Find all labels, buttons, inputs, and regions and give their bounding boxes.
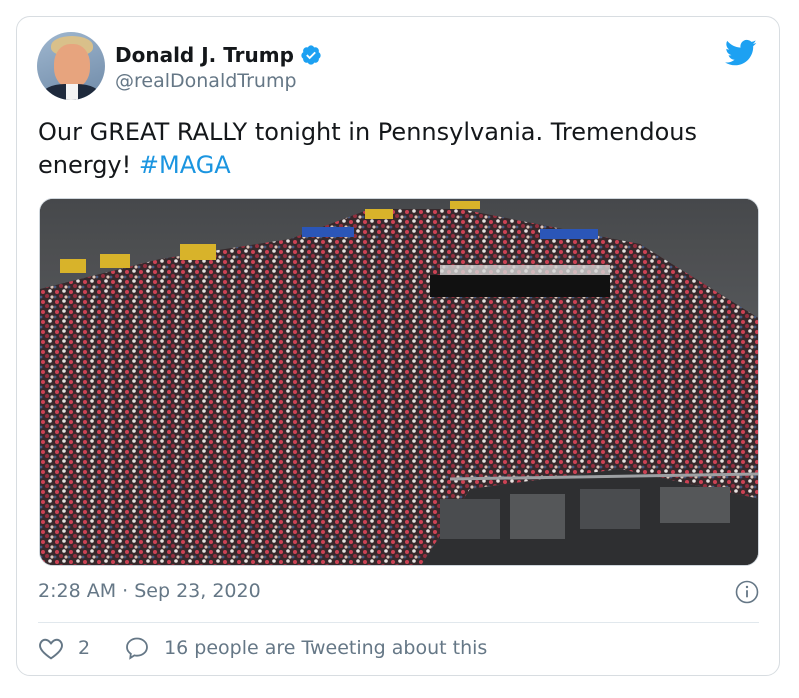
info-icon[interactable] [735, 580, 759, 604]
author-name-row: Donald J. Trump [115, 43, 322, 67]
tweet-body: Our GREAT RALLY tonight in Pennsylvania.… [38, 118, 697, 179]
hashtag-link[interactable]: #MAGA [139, 151, 231, 179]
twitter-bird-icon[interactable] [725, 39, 757, 67]
verified-badge-icon [301, 45, 321, 65]
speech-bubble-icon[interactable] [124, 636, 150, 660]
author-handle[interactable]: @realDonaldTrump [115, 69, 297, 93]
heart-icon[interactable] [38, 636, 64, 660]
tweet-actions: 2 16 people are Tweeting about this [38, 636, 487, 660]
divider [38, 622, 759, 623]
tweet-card[interactable]: Donald J. Trump @realDonaldTrump Our GRE… [16, 16, 780, 676]
tweet-timestamp[interactable]: 2:28 AM · Sep 23, 2020 [38, 579, 261, 603]
author-name[interactable]: Donald J. Trump [115, 43, 294, 67]
tweet-photo[interactable] [39, 198, 759, 566]
tweeting-about-link[interactable]: 16 people are Tweeting about this [164, 637, 487, 659]
avatar[interactable] [37, 32, 105, 100]
tweet-text: Our GREAT RALLY tonight in Pennsylvania.… [38, 116, 758, 182]
like-count[interactable]: 2 [78, 637, 90, 659]
